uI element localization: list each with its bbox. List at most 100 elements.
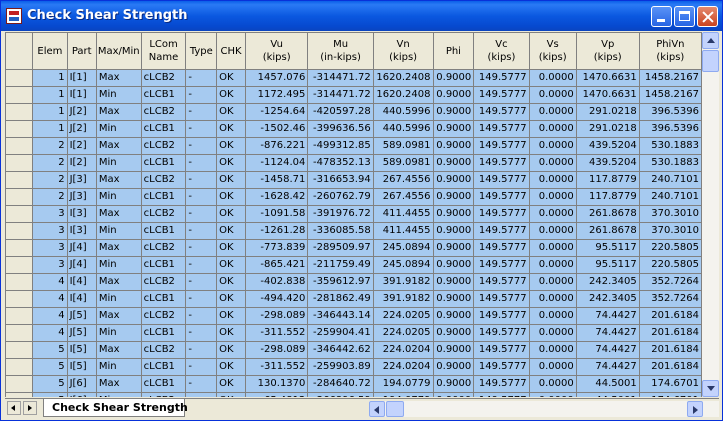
table-row[interactable]: 1 J[2] Min cLCB1- OK -1502.46 -399636.56 440.59… [5,120,702,138]
close-button[interactable] [697,6,718,27]
table-cell[interactable]: 74.4427 [575,324,640,342]
table-cell[interactable]: 0.0000 [528,239,577,257]
table-row[interactable]: 3 J[4] Min cLCB1- OK -865.421 -211759.49 245.08… [5,256,702,274]
table-cell[interactable]: 396.5396 [638,103,702,121]
table-cell[interactable]: I[2] [66,154,97,172]
table-cell[interactable]: 0.9000 [432,341,475,359]
table-row[interactable]: 1 J[2] Max cLCB2- OK -1254.64 -420597.28 440.59… [5,103,702,121]
table-cell[interactable]: -284640.72 [307,375,374,393]
table-cell[interactable]: 149.5777 [473,222,530,240]
table-cell[interactable]: 440.5996 [372,103,434,121]
column-header[interactable]: Vc (kips) [473,32,530,70]
column-header[interactable]: Max/Min [95,32,142,70]
table-cell[interactable]: - [185,307,218,325]
table-cell[interactable]: cLCB1 [140,86,187,104]
table-cell[interactable]: 5 [32,392,68,397]
table-cell[interactable]: cLCB2 [140,171,187,189]
table-cell[interactable]: 224.0205 [372,324,434,342]
row-header-cell[interactable] [5,324,34,342]
vertical-scroll-thumb[interactable] [702,50,719,72]
table-cell[interactable]: 0.0000 [528,324,577,342]
table-cell[interactable]: 149.5777 [473,239,530,257]
table-cell[interactable]: OK [216,256,246,274]
table-cell[interactable]: - [185,256,218,274]
table-cell[interactable]: 0.0000 [528,307,577,325]
table-cell[interactable]: J[2] [66,120,97,138]
table-cell[interactable]: 1 [32,103,68,121]
table-cell[interactable]: 0.9000 [432,256,475,274]
table-cell[interactable]: -346443.14 [307,307,374,325]
table-cell[interactable]: I[1] [66,69,97,87]
table-cell[interactable]: cLCB2 [140,273,187,291]
table-cell[interactable]: 396.5396 [638,120,702,138]
column-header[interactable]: Vn (kips) [372,32,434,70]
table-cell[interactable]: -1124.04 [244,154,309,172]
table-cell[interactable]: OK [216,392,246,397]
table-cell[interactable]: J[3] [66,171,97,189]
table-row[interactable]: 5 I[5] Max cLCB2- OK -298.089 -346442.62 224.02… [5,341,702,359]
table-cell[interactable]: 0.9000 [432,375,475,393]
table-cell[interactable]: 3 [32,239,68,257]
table-cell[interactable]: OK [216,154,246,172]
horizontal-scrollbar[interactable] [369,401,719,417]
table-cell[interactable]: -359612.97 [307,273,374,291]
column-header[interactable]: Vp (kips) [575,32,640,70]
table-cell[interactable]: 0.9000 [432,154,475,172]
table-cell[interactable]: 5 [32,375,68,393]
table-cell[interactable]: OK [216,324,246,342]
table-cell[interactable]: 149.5777 [473,307,530,325]
table-cell[interactable]: Max [95,307,142,325]
table-cell[interactable]: 2 [32,137,68,155]
table-cell[interactable]: Min [95,222,142,240]
column-header[interactable]: Vs (kips) [528,32,577,70]
table-cell[interactable]: -1254.64 [244,103,309,121]
table-cell[interactable]: -1261.28 [244,222,309,240]
row-header-cell[interactable] [5,205,34,223]
table-cell[interactable]: - [185,341,218,359]
table-cell[interactable]: Min [95,290,142,308]
table-cell[interactable]: Min [95,358,142,376]
table-row[interactable]: 4 J[5] Min cLCB1- OK -311.552 -259904.41 224.02… [5,324,702,342]
table-cell[interactable]: -314471.72 [307,86,374,104]
table-cell[interactable]: 149.5777 [473,154,530,172]
table-cell[interactable]: 0.0000 [528,103,577,121]
row-header-cell[interactable] [5,222,34,240]
table-cell[interactable]: OK [216,375,246,393]
vertical-scrollbar[interactable] [702,32,719,397]
scroll-left-icon[interactable] [369,401,385,417]
table-cell[interactable]: 411.4455 [372,205,434,223]
table-cell[interactable]: 224.0204 [372,341,434,359]
row-header-cell[interactable] [5,358,34,376]
row-header-cell[interactable] [5,307,34,325]
table-cell[interactable]: OK [216,307,246,325]
table-cell[interactable]: cLCB1 [140,358,187,376]
table-row[interactable]: 4 I[4] Max cLCB2- OK -402.838 -359612.97 391.91… [5,273,702,291]
table-cell[interactable]: 149.5777 [473,392,530,397]
table-cell[interactable]: 0.0000 [528,154,577,172]
table-cell[interactable]: 0.9000 [432,324,475,342]
table-cell[interactable]: 440.5996 [372,120,434,138]
table-row[interactable]: 5 I[5] Min cLCB1- OK -311.552 -259903.89 224.02… [5,358,702,376]
table-cell[interactable]: 0.9000 [432,188,475,206]
table-cell[interactable]: -1628.42 [244,188,309,206]
scroll-right-icon[interactable] [687,401,703,417]
table-cell[interactable]: I[1] [66,86,97,104]
table-cell[interactable]: 95.5117 [575,256,640,274]
column-header[interactable]: Part [66,32,97,70]
table-cell[interactable]: 242.3405 [575,290,640,308]
results-grid[interactable]: Elem Part Max/Min LCom Name Type CHK Vu (kips)… [5,32,702,397]
table-cell[interactable]: J[2] [66,103,97,121]
table-cell[interactable]: -402.838 [244,273,309,291]
table-cell[interactable]: 201.6184 [638,358,702,376]
table-cell[interactable]: 65.4812 [244,392,309,397]
table-cell[interactable]: 149.5777 [473,103,530,121]
table-cell[interactable]: 2 [32,171,68,189]
table-row[interactable]: 1 I[1] Max cLCB2- OK 1457.076 -314471.72 1620.2… [5,69,702,87]
table-cell[interactable]: J[5] [66,307,97,325]
row-header-cell[interactable] [5,154,34,172]
minimize-button[interactable] [651,6,672,27]
table-cell[interactable]: Max [95,239,142,257]
table-cell[interactable]: -316653.94 [307,171,374,189]
table-cell[interactable]: 220.5805 [638,256,702,274]
table-cell[interactable]: 530.1883 [638,154,702,172]
